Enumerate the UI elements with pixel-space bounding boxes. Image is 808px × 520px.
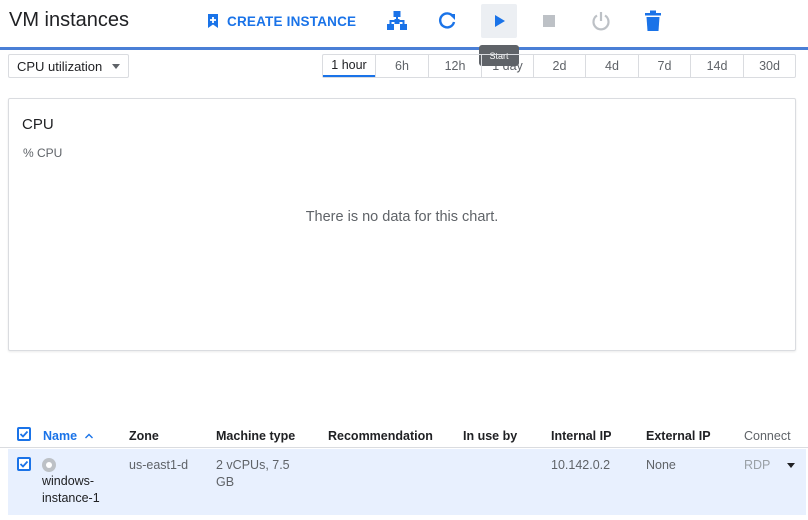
delete-button[interactable] (635, 4, 671, 38)
metric-dropdown[interactable]: CPU utilization (8, 54, 129, 78)
stop-icon (543, 15, 555, 27)
column-external-ip-header[interactable]: External IP (646, 429, 711, 443)
instance-name-line-2: instance-1 (42, 491, 100, 505)
sort-ascending-icon (84, 433, 93, 439)
column-name-label: Name (43, 429, 78, 443)
stopped-status-icon (42, 458, 56, 472)
refresh-icon (439, 12, 456, 29)
range-30d[interactable]: 30d (743, 55, 795, 77)
instance-name-link[interactable]: windows- instance-1 (42, 473, 122, 507)
refresh-button[interactable] (429, 4, 465, 38)
add-box-icon (208, 14, 218, 28)
trash-icon (645, 10, 661, 31)
page-title: VM instances (9, 9, 130, 31)
cpu-chart-card: CPU % CPU There is no data for this char… (8, 98, 796, 351)
check-icon (19, 430, 29, 438)
instance-machine-type: 2 vCPUs, 7.5 GB (216, 457, 290, 491)
stop-button[interactable] (531, 4, 567, 38)
time-range-selector: 1 hour 6h 12h 1 day 2d 4d 7d 14d 30d (322, 54, 796, 78)
rdp-connect-button[interactable]: RDP (744, 457, 770, 474)
create-instance-label: CREATE INSTANCE (227, 13, 357, 29)
column-machine-type-header[interactable]: Machine type (216, 429, 295, 443)
column-connect-header: Connect (744, 429, 791, 443)
metric-selected-value: CPU utilization (17, 58, 103, 74)
range-12h[interactable]: 12h (428, 55, 481, 77)
range-4d[interactable]: 4d (585, 55, 638, 77)
instances-table-header: Name Zone Machine type Recommendation In… (0, 424, 808, 448)
range-14d[interactable]: 14d (690, 55, 743, 77)
column-in-use-by-header[interactable]: In use by (463, 429, 517, 443)
column-zone-header[interactable]: Zone (129, 429, 159, 443)
select-all-checkbox[interactable] (17, 427, 31, 441)
range-6h[interactable]: 6h (375, 55, 428, 77)
instance-external-ip: None (646, 458, 676, 472)
play-icon (495, 15, 505, 27)
column-recommendation-header[interactable]: Recommendation (328, 429, 433, 443)
chevron-down-icon (112, 64, 120, 69)
chart-title: CPU (22, 116, 54, 133)
import-vm-icon (387, 11, 407, 30)
power-icon (592, 12, 610, 31)
start-button[interactable] (481, 4, 517, 38)
range-1-hour[interactable]: 1 hour (323, 55, 375, 77)
instance-zone: us-east1-d (129, 458, 189, 472)
machine-type-line-2: GB (216, 475, 235, 489)
row-checkbox[interactable] (17, 457, 31, 471)
machine-type-line-1: 2 vCPUs, 7.5 (216, 458, 290, 472)
check-icon (19, 460, 29, 468)
rdp-options-chevron-icon[interactable] (787, 463, 795, 468)
import-vm-button[interactable] (379, 4, 415, 38)
chart-unit-label: % CPU (23, 146, 63, 160)
column-name-header[interactable]: Name (43, 429, 94, 443)
instance-name-line-1: windows- (42, 474, 95, 488)
column-internal-ip-header[interactable]: Internal IP (551, 429, 611, 443)
reset-button[interactable] (583, 4, 619, 38)
range-2d[interactable]: 2d (533, 55, 585, 77)
table-row[interactable]: windows- instance-1 us-east1-d 2 vCPUs, … (8, 449, 806, 515)
chart-empty-message: There is no data for this chart. (305, 209, 499, 225)
range-7d[interactable]: 7d (638, 55, 690, 77)
instance-internal-ip: 10.142.0.2 (551, 458, 611, 472)
top-toolbar: VM instances CREATE INSTANCE (0, 0, 808, 50)
create-instance-button[interactable]: CREATE INSTANCE (206, 10, 356, 32)
range-1-day[interactable]: 1 day (481, 55, 533, 77)
